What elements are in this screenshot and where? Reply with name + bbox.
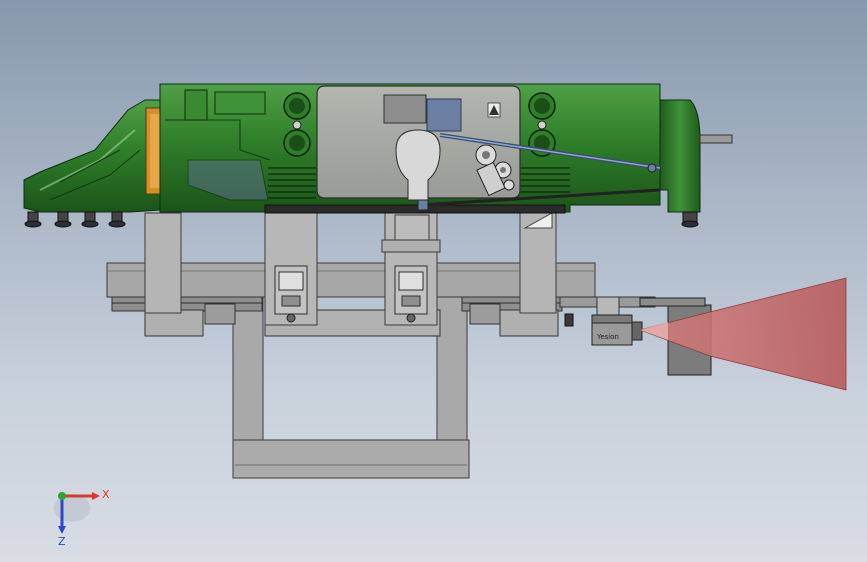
frame-left-leg — [232, 295, 264, 447]
support-frame[interactable] — [106, 204, 596, 479]
housing-end-cap — [659, 99, 701, 213]
coordinate-triad-icon: X Z — [54, 488, 110, 548]
frame-right-leg — [436, 295, 468, 447]
warning-sign-icon — [487, 102, 501, 118]
camera-brand-label: Yesion — [596, 333, 619, 341]
cover-blue-panel — [426, 98, 462, 132]
linear-guide-left — [111, 296, 263, 312]
cad-viewport[interactable]: Yesion X Z — [0, 0, 867, 562]
assembly-model[interactable]: Yesion X Z — [0, 0, 867, 562]
column-left — [144, 212, 182, 314]
sensor-block-center — [394, 265, 428, 323]
sensor-block-left — [274, 265, 308, 323]
cover-label-plate — [383, 94, 427, 124]
frame-bottom-bar — [232, 439, 470, 479]
x-axis-label: X — [102, 488, 110, 501]
camera-assembly[interactable]: Yesion — [559, 277, 847, 391]
housing-nose — [23, 99, 161, 213]
z-axis-label: Z — [58, 535, 66, 548]
